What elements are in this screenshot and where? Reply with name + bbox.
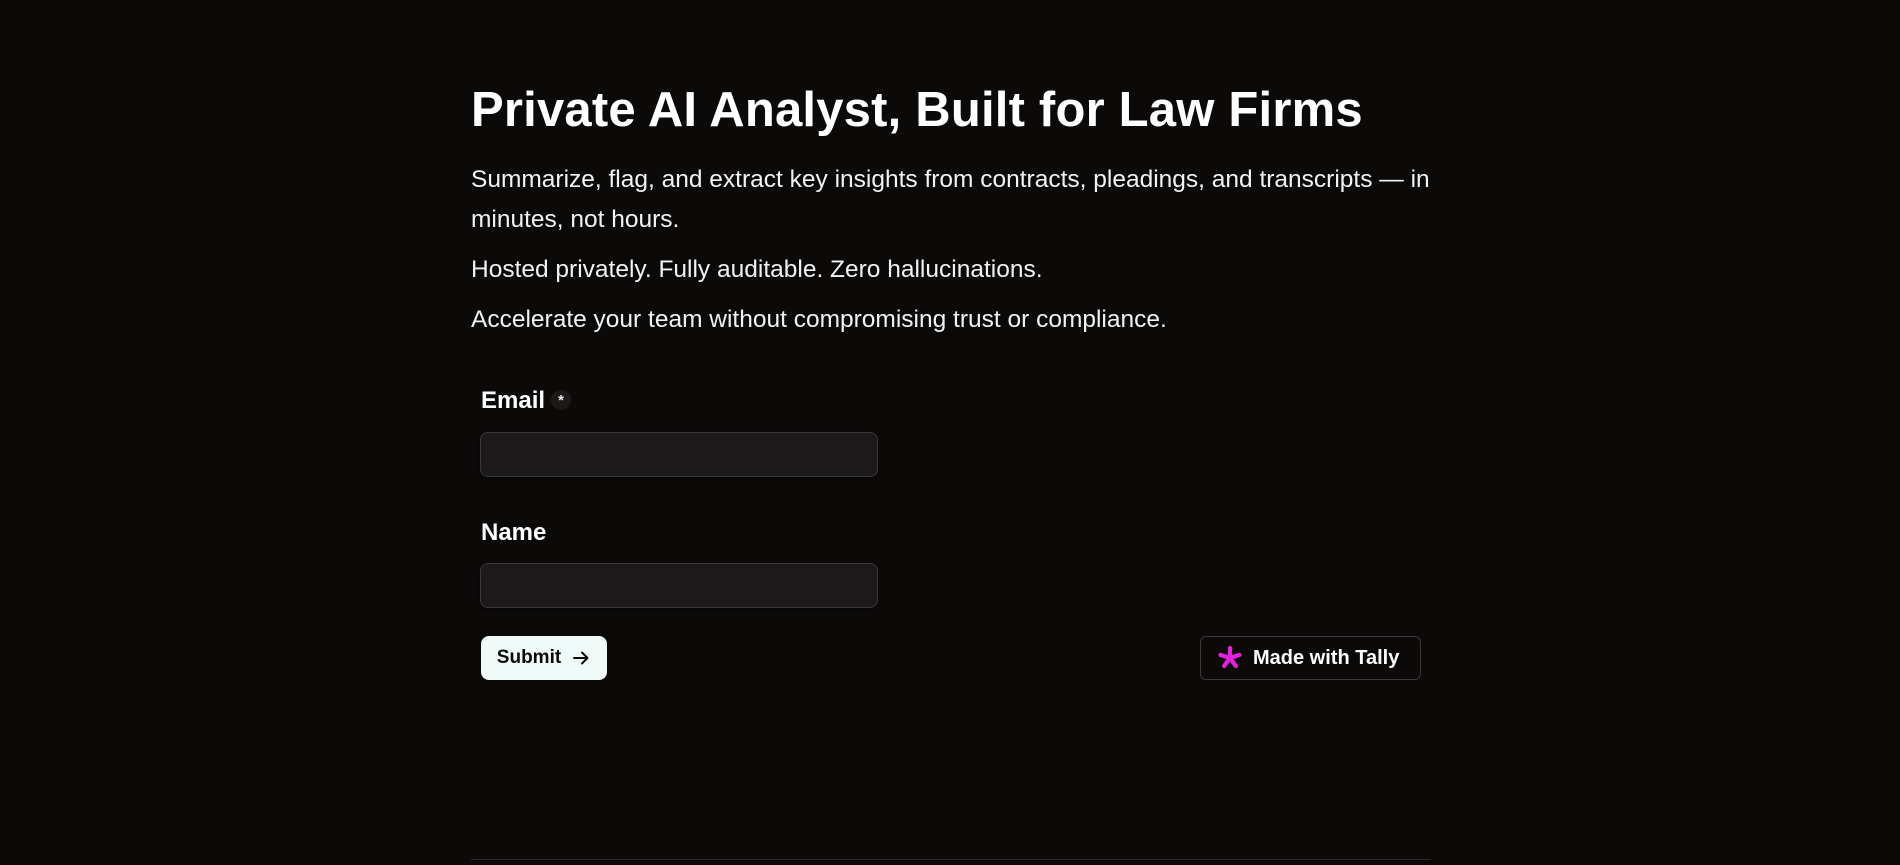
required-marker-icon: * [551, 390, 572, 410]
intro-paragraph-1: Summarize, flag, and extract key insight… [471, 166, 1430, 233]
email-label-text: Email [481, 387, 546, 414]
intro-paragraph-2: Hosted privately. Fully auditable. Zero … [471, 256, 1043, 283]
form-page: Private AI Analyst, Built for Law Firms … [471, 0, 1431, 865]
intro-paragraph-3: Accelerate your team without compromisin… [471, 306, 1167, 333]
email-field[interactable] [480, 432, 878, 477]
bottom-divider [471, 859, 1431, 860]
page-title: Private AI Analyst, Built for Law Firms [471, 83, 1363, 137]
tally-asterisk-icon [1218, 645, 1242, 669]
name-label: Name [481, 519, 547, 546]
made-with-tally-badge[interactable]: Made with Tally [1200, 636, 1421, 680]
name-field[interactable] [480, 563, 878, 608]
submit-button[interactable]: Submit [481, 636, 607, 680]
submit-button-label: Submit [496, 647, 562, 668]
made-with-tally-label: Made with Tally [1253, 646, 1400, 669]
email-label: Email * [481, 386, 572, 416]
arrow-right-icon [573, 651, 589, 665]
